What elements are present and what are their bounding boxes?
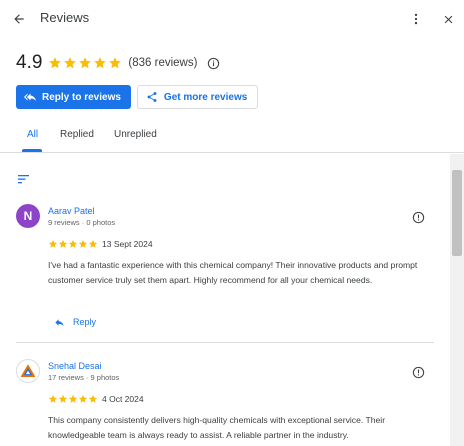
star-icon [58, 239, 68, 248]
review-divider [16, 342, 434, 343]
star-icon [78, 394, 88, 403]
active-tab-indicator [22, 149, 42, 152]
star-icon [49, 57, 62, 69]
star-icon [109, 57, 122, 69]
star-icon [58, 394, 68, 403]
report-icon[interactable] [411, 210, 425, 224]
arrow-left-icon [14, 14, 24, 24]
review-date: 13 Sept 2024 [102, 239, 153, 249]
report-icon[interactable] [411, 365, 425, 379]
reviewer-meta: 9 reviews · 0 photos [48, 218, 116, 227]
star-icon [68, 394, 78, 403]
avatar: N [16, 204, 40, 228]
reviewer-meta: 17 reviews · 9 photos [48, 373, 120, 382]
reviewer-name[interactable]: Aarav Patel [48, 206, 95, 216]
star-icon [68, 239, 78, 248]
close-button[interactable] [438, 9, 458, 29]
star-icon [88, 394, 98, 403]
review-count: (836 reviews) [128, 57, 198, 69]
tab-replied[interactable]: Replied [60, 129, 94, 140]
star-icon [79, 57, 92, 69]
close-icon [444, 15, 452, 23]
star-icon [88, 239, 98, 248]
rating-stars [48, 56, 122, 70]
star-icon [48, 394, 58, 403]
star-icon [48, 239, 58, 248]
reply-icon [55, 318, 64, 326]
reply-to-reviews-label: Reply to reviews [42, 91, 121, 103]
reviewer-name[interactable]: Snehal Desai [48, 361, 102, 371]
tab-unreplied[interactable]: Unreplied [114, 129, 157, 140]
sort-icon[interactable] [18, 171, 30, 184]
tab-all[interactable]: All [27, 129, 38, 140]
get-more-reviews-label: Get more reviews [163, 91, 248, 103]
reply-button[interactable]: Reply [54, 315, 96, 329]
review-text: I've had a fantastic experience with thi… [48, 260, 418, 285]
reply-label: Reply [73, 317, 97, 327]
page-title: Reviews [40, 10, 90, 25]
reply-all-icon [24, 93, 36, 101]
share-icon [147, 92, 157, 102]
review-date: 4 Oct 2024 [102, 394, 144, 404]
star-icon [78, 239, 88, 248]
review-text: This company consistently delivers high-… [48, 415, 386, 440]
review-tabs: All Replied Unreplied [0, 120, 464, 153]
scrollbar-thumb[interactable] [452, 170, 462, 256]
reply-to-reviews-button[interactable]: Reply to reviews [16, 85, 131, 109]
star-icon [94, 57, 107, 69]
header-bar: Reviews [0, 0, 464, 38]
rating-summary: 4.9 (836 reviews) [16, 52, 221, 74]
average-rating: 4.9 [16, 52, 43, 73]
more-vert-icon [414, 13, 418, 25]
action-buttons: Reply to reviews Get more reviews [16, 85, 259, 109]
review-stars [48, 239, 98, 249]
more-options-button[interactable] [406, 9, 426, 29]
info-icon[interactable] [205, 55, 221, 71]
company-logo-icon [20, 364, 36, 377]
avatar [16, 359, 40, 383]
star-icon [64, 57, 77, 69]
get-more-reviews-button[interactable]: Get more reviews [136, 85, 259, 109]
review-stars [48, 394, 98, 404]
back-button[interactable] [9, 9, 29, 29]
